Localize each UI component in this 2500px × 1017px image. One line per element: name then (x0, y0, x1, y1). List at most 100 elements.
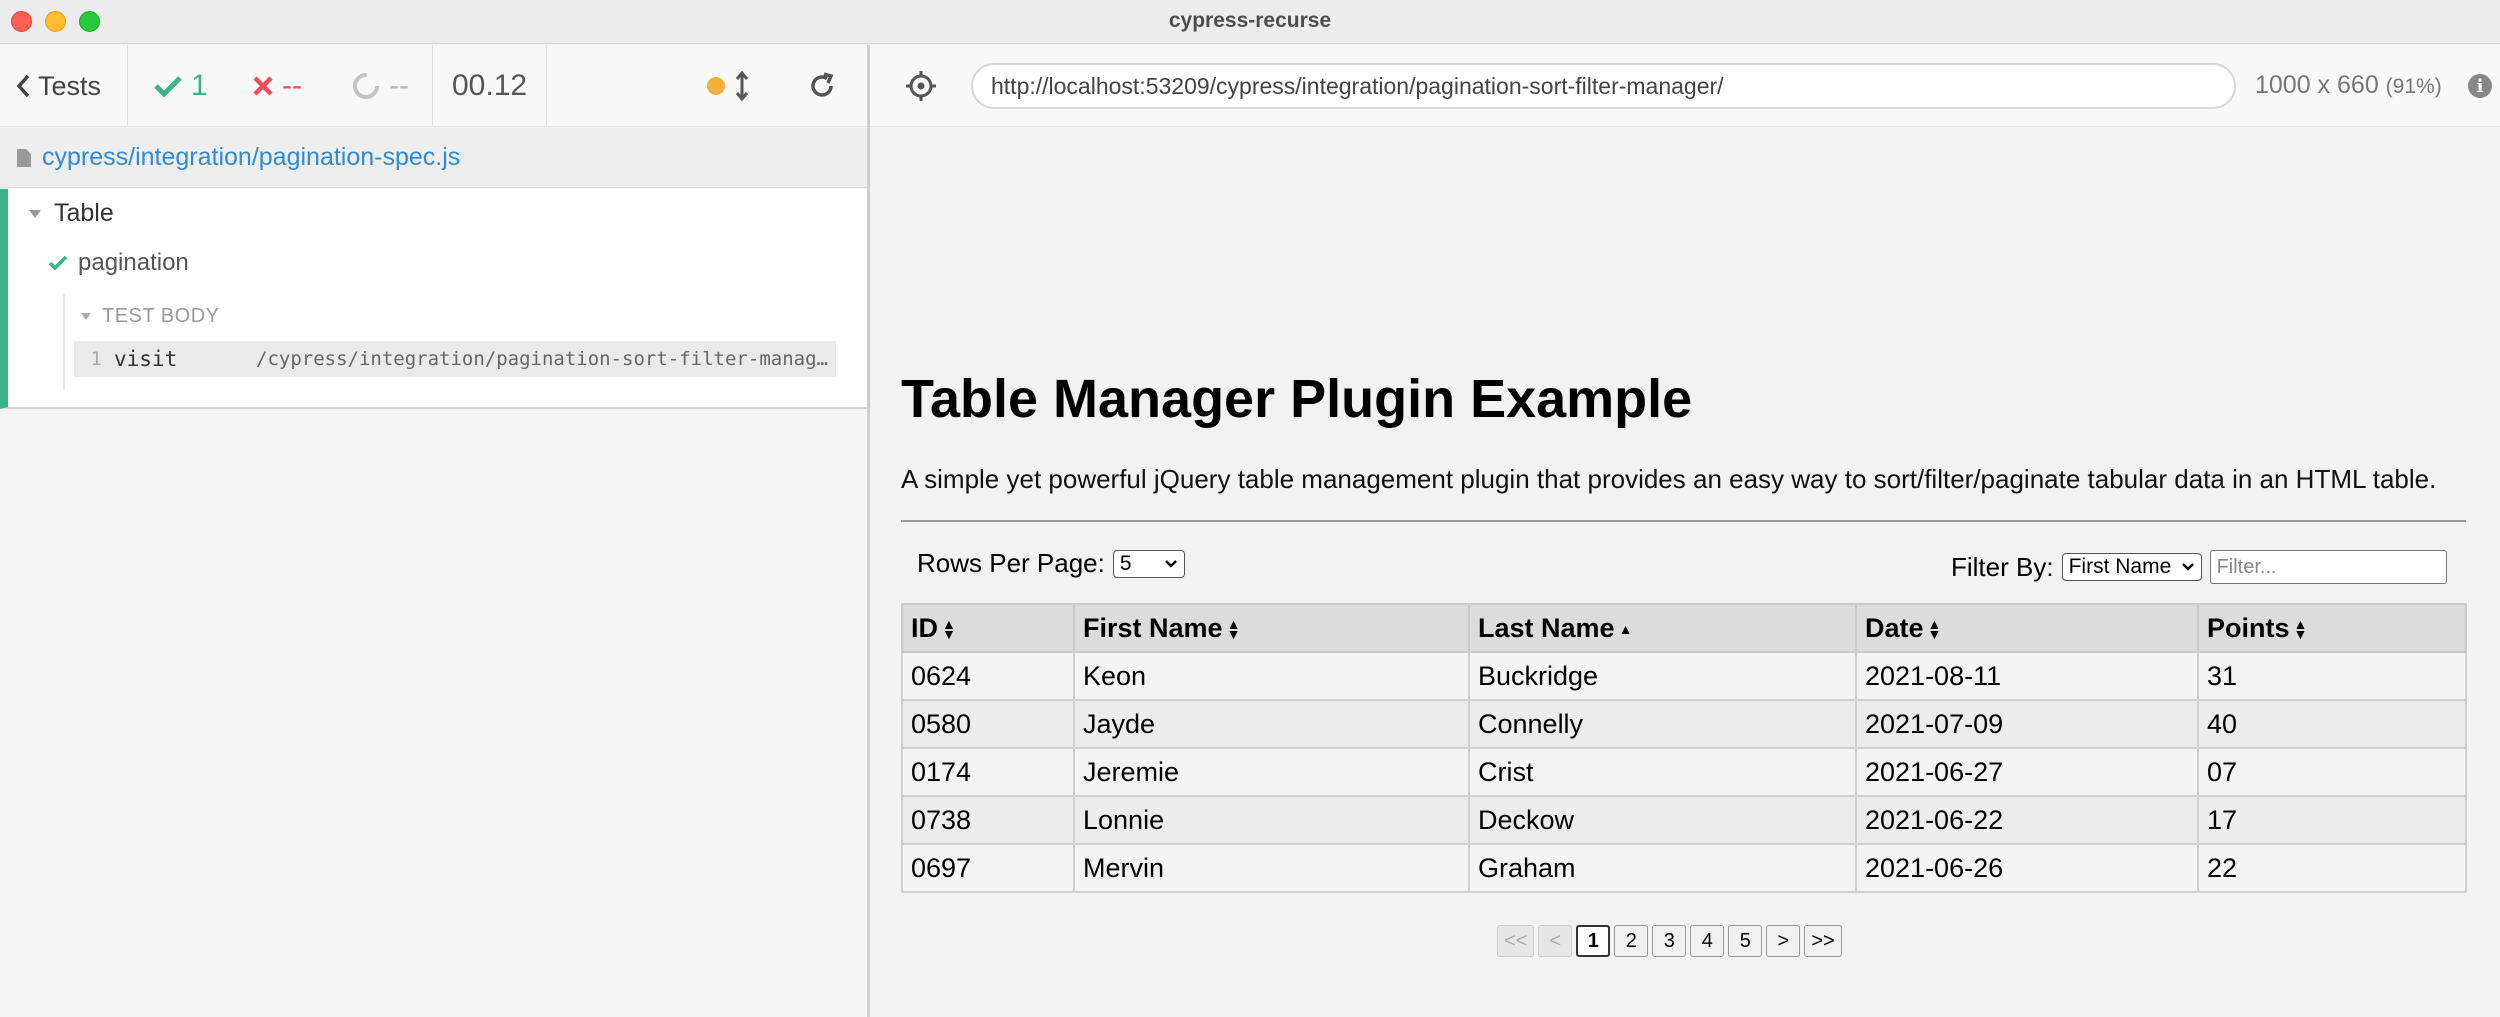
cell-first-name: Mervin (1073, 843, 1470, 893)
cell-last-name: Buckridge (1468, 651, 1857, 701)
spec-file-header: cypress/integration/pagination-spec.js (0, 128, 868, 188)
column-header-first-name[interactable]: First Name ▲ ▼ (1073, 603, 1470, 653)
cell-date: 2021-06-22 (1855, 795, 2199, 845)
rows-per-page-select[interactable]: 5 (1112, 549, 1185, 578)
next-page-button[interactable]: > (1766, 925, 1801, 957)
table-row: 0624 Keon Buckridge 2021-08-11 31 (901, 651, 2467, 701)
page-title: Table Manager Plugin Example (901, 369, 1693, 429)
cell-last-name: Deckow (1468, 795, 1857, 845)
spinner-icon (353, 73, 379, 99)
cell-date: 2021-06-27 (1855, 747, 2199, 797)
selector-playground-button[interactable] (904, 69, 938, 103)
column-header-id[interactable]: ID ▲ ▼ (901, 603, 1075, 653)
test-body-toggle[interactable]: TEST BODY (80, 305, 220, 328)
cell-id: 0624 (901, 651, 1075, 701)
command-message: /cypress/integration/pagination-sort-fil… (256, 348, 836, 370)
auto-scroll-indicator-icon (707, 77, 725, 95)
rerun-button[interactable] (808, 45, 836, 127)
test-title: pagination (78, 249, 189, 276)
spec-file-link[interactable]: cypress/integration/pagination-spec.js (42, 143, 460, 172)
header-divider (432, 45, 433, 127)
check-icon (154, 76, 182, 98)
window-titlebar: cypress-recurse (0, 0, 2500, 44)
rows-per-page-label: Rows Per Page: (917, 548, 1105, 578)
page-button-3[interactable]: 3 (1652, 925, 1687, 957)
first-page-button[interactable]: << (1497, 925, 1535, 957)
pending-count: -- (351, 45, 409, 127)
caret-down-icon (81, 313, 91, 320)
column-header-last-name[interactable]: Last Name ▲ (1468, 603, 1857, 653)
sort-both-icon: ▲ ▼ (2293, 616, 2308, 643)
filter-input[interactable]: Filter... (2209, 550, 2447, 584)
last-page-button[interactable]: >> (1804, 925, 1842, 957)
sort-both-icon: ▲ ▼ (1226, 616, 1241, 643)
run-duration: 00.12 (452, 69, 528, 102)
filter-label: Filter By: (1951, 551, 2054, 582)
aut-header: http://localhost:53209/cypress/integrati… (870, 45, 2500, 127)
cell-id: 0174 (901, 747, 1075, 797)
cell-date: 2021-06-26 (1855, 843, 2199, 893)
cell-last-name: Connelly (1468, 699, 1857, 749)
cell-points: 07 (2197, 747, 2467, 797)
test-body-label: TEST BODY (102, 305, 220, 327)
page-description: A simple yet powerful jQuery table manag… (901, 464, 2437, 494)
tests-back-button[interactable]: Tests (16, 45, 101, 127)
reporter-header: Tests 1 -- -- 00.12 (0, 45, 868, 127)
sort-both-icon: ▲ ▼ (1927, 616, 1942, 643)
page-button-4[interactable]: 4 (1690, 925, 1725, 957)
chevron-down-icon (2181, 563, 2194, 571)
previous-page-button[interactable]: < (1538, 925, 1573, 957)
check-icon (48, 255, 68, 271)
header-divider (127, 45, 128, 127)
reporter-empty-area (0, 411, 868, 1017)
crosshair-icon (906, 71, 936, 101)
filter-controls: Filter By: First Name Filter... (1951, 550, 2447, 584)
data-table: ID ▲ ▼ First Name ▲ ▼ Last Name ▲ Date ▲ ▼ Poin… (901, 603, 2467, 893)
sort-both-icon: ▲ ▼ (942, 616, 956, 643)
cell-id: 0697 (901, 843, 1075, 893)
failed-count: -- (252, 45, 302, 127)
chevron-down-icon (1164, 559, 1177, 568)
page-button-1[interactable]: 1 (1576, 925, 1611, 957)
reload-icon (811, 72, 834, 97)
filter-column-select[interactable]: First Name (2061, 553, 2202, 581)
page-button-5[interactable]: 5 (1728, 925, 1763, 957)
caret-down-icon (29, 209, 41, 218)
tree-guide-line (63, 294, 65, 390)
sort-ascending-icon: ▲ (1618, 621, 1633, 638)
column-header-points[interactable]: Points ▲ ▼ (2197, 603, 2467, 653)
column-header-date[interactable]: Date ▲ ▼ (1855, 603, 2199, 653)
command-name: visit (114, 347, 178, 371)
url-bar[interactable]: http://localhost:53209/cypress/integrati… (971, 63, 2236, 109)
table-row: 0174 Jeremie Crist 2021-06-27 07 (901, 747, 2467, 797)
rows-per-page: Rows Per Page: 5 (917, 548, 1185, 579)
test-item-pagination[interactable]: pagination (48, 249, 189, 277)
pagination: << < 1 2 3 4 5 > >> (1497, 925, 1842, 957)
table-row: 0697 Mervin Graham 2021-06-26 22 (901, 843, 2467, 893)
suite-title: Table (54, 199, 114, 227)
window-title: cypress-recurse (1168, 9, 1332, 32)
cell-id: 0738 (901, 795, 1075, 845)
suite-item-table[interactable]: Table (28, 199, 114, 228)
aut-iframe: Table Manager Plugin Example A simple ye… (870, 128, 2500, 1017)
cell-date: 2021-07-09 (1855, 699, 2199, 749)
cell-points: 31 (2197, 651, 2467, 701)
cell-first-name: Keon (1073, 651, 1470, 701)
chevron-left-icon (16, 74, 30, 98)
command-row-visit[interactable]: 1 visit /cypress/integration/pagination-… (74, 341, 836, 377)
table-row: 0580 Jayde Connelly 2021-07-09 40 (901, 699, 2467, 749)
file-icon (17, 148, 31, 167)
cell-last-name: Graham (1468, 843, 1857, 893)
viewport-scale: (91%) (2385, 75, 2442, 98)
cell-first-name: Jeremie (1073, 747, 1470, 797)
cell-last-name: Crist (1468, 747, 1857, 797)
x-icon (253, 76, 273, 96)
cell-points: 17 (2197, 795, 2467, 845)
info-icon[interactable]: i (2468, 74, 2492, 98)
horizontal-rule (901, 520, 2466, 522)
cell-points: 22 (2197, 843, 2467, 893)
page-button-2[interactable]: 2 (1614, 925, 1649, 957)
auto-scroll-toggle[interactable] (707, 45, 749, 127)
cell-first-name: Jayde (1073, 699, 1470, 749)
vertical-arrows-icon (735, 71, 749, 101)
